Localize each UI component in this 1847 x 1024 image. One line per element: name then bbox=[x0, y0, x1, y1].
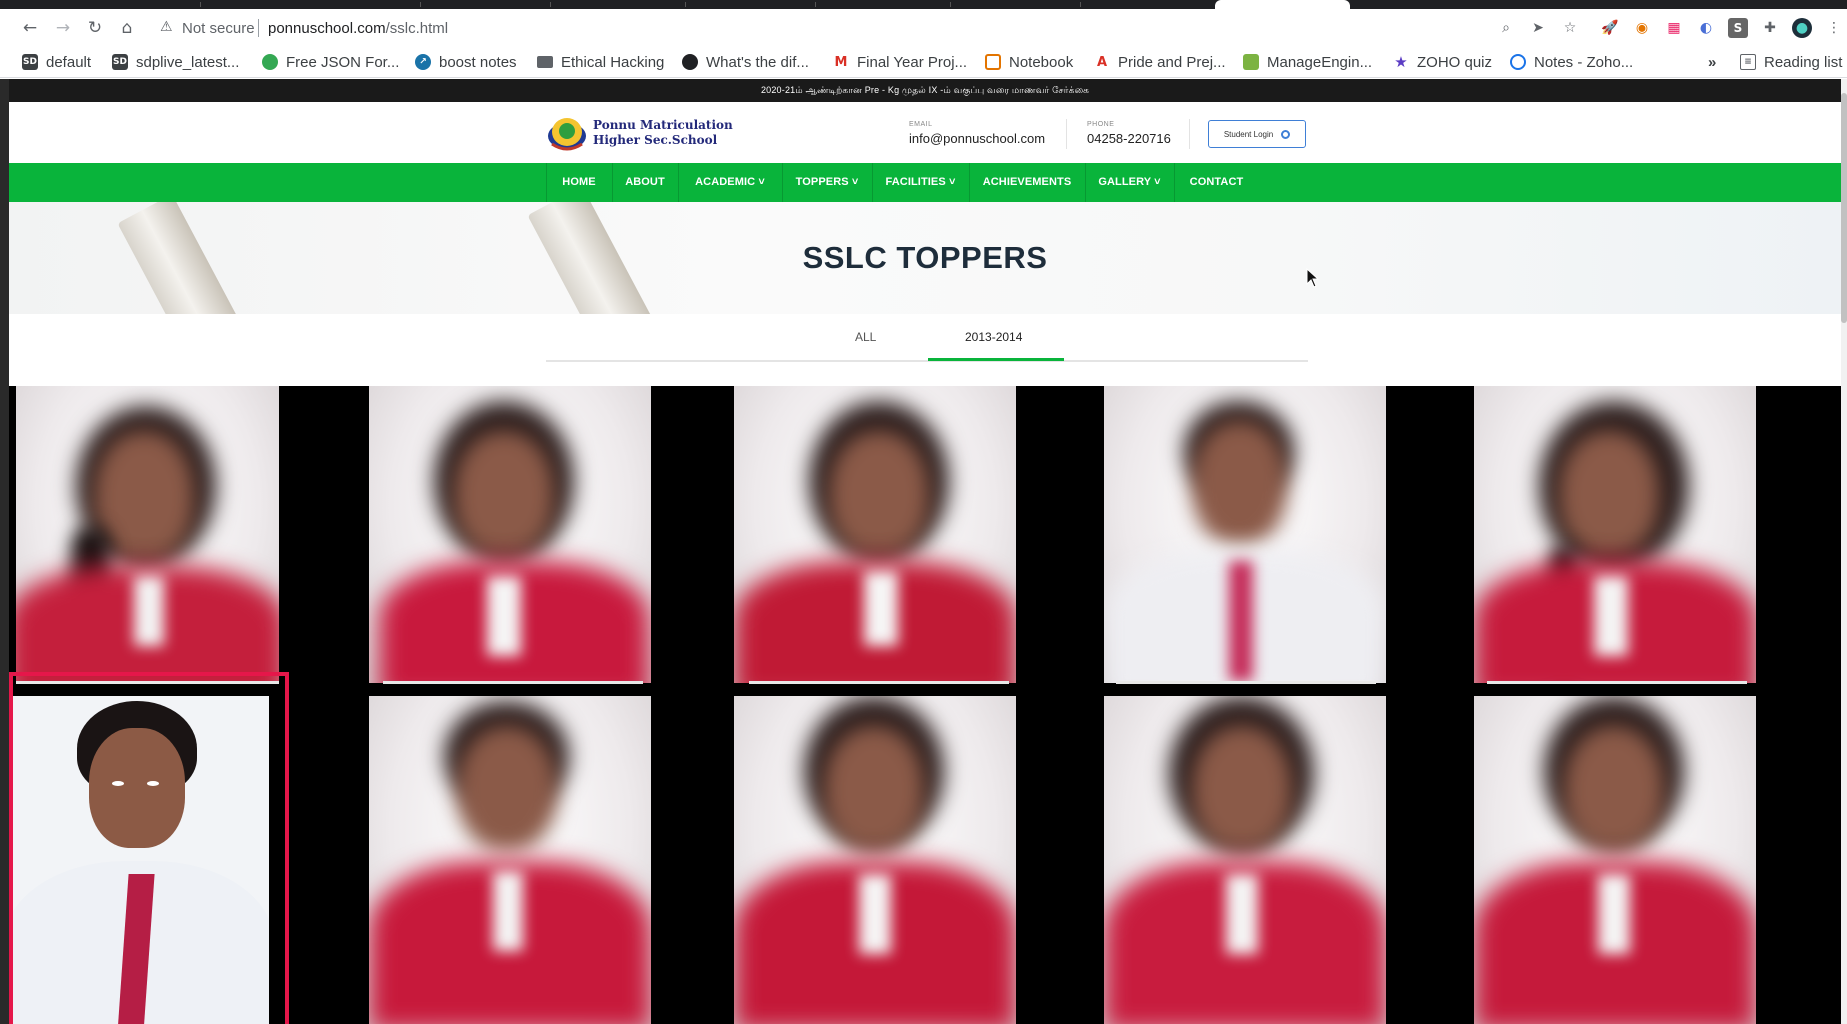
privacy-extension-icon[interactable]: ◐ bbox=[1696, 18, 1716, 38]
topper-photo[interactable] bbox=[1104, 696, 1386, 1024]
bookmark-zoho-quiz[interactable]: ★ ZOHO quiz bbox=[1393, 51, 1492, 73]
topper-photo-highlighted[interactable] bbox=[9, 696, 269, 1024]
page-scrollbar[interactable] bbox=[1841, 79, 1847, 1024]
gmail-icon: M bbox=[833, 54, 849, 70]
topper-photo[interactable] bbox=[1104, 386, 1386, 683]
topper-photo[interactable] bbox=[16, 386, 279, 683]
nav-home[interactable]: HOME bbox=[546, 163, 612, 202]
topper-photo[interactable] bbox=[1474, 386, 1756, 683]
bookmark-notes-zoho[interactable]: Notes - Zoho... bbox=[1510, 51, 1633, 73]
boost-icon: ↗ bbox=[415, 54, 431, 70]
json-icon bbox=[262, 54, 278, 70]
filter-2013-2014[interactable]: 2013-2014 bbox=[965, 330, 1022, 344]
year-filter-tabs: ALL 2013-2014 bbox=[546, 314, 1308, 362]
bookmark-default[interactable]: SD default bbox=[22, 51, 91, 73]
address-bar[interactable]: ⚠ Not secure ponnuschool.com/sslc.html bbox=[150, 13, 1510, 43]
rocket-extension-icon[interactable]: 🚀 bbox=[1600, 18, 1620, 38]
active-browser-tab[interactable] bbox=[1215, 0, 1350, 9]
toppers-gallery bbox=[9, 386, 1841, 1024]
site-header: Ponnu Matriculation Higher Sec.School EM… bbox=[9, 102, 1841, 163]
email-block: EMAIL info@ponnuschool.com bbox=[909, 121, 1045, 146]
bookmark-manageengine[interactable]: ManageEngin... bbox=[1243, 51, 1372, 73]
student-login-button[interactable]: Student Login bbox=[1208, 120, 1306, 148]
manageengine-icon bbox=[1243, 54, 1259, 70]
folder-icon bbox=[537, 56, 553, 68]
warning-icon[interactable]: ⚠ bbox=[160, 19, 173, 35]
topper-photo[interactable] bbox=[369, 386, 651, 683]
phone-label: PHONE bbox=[1087, 121, 1115, 128]
bookmark-sdplive[interactable]: SD sdplive_latest... bbox=[112, 51, 239, 73]
menu-icon[interactable]: ⋮ bbox=[1824, 18, 1844, 38]
notes-icon bbox=[1510, 54, 1526, 70]
sd-icon: SD bbox=[22, 54, 38, 70]
back-icon[interactable]: ← bbox=[19, 17, 41, 39]
login-arrow-icon bbox=[1281, 129, 1291, 139]
mouse-cursor-icon bbox=[1306, 268, 1320, 288]
browser-toolbar: ← → ↻ ⌂ ⚠ Not secure ponnuschool.com/ssl… bbox=[0, 9, 1847, 46]
page-title: SSLC TOPPERS bbox=[802, 240, 1048, 275]
reading-list-icon: ≡ bbox=[1740, 54, 1756, 70]
bookmark-free-json[interactable]: Free JSON For... bbox=[262, 51, 399, 73]
bookmarks-overflow-button[interactable]: » bbox=[1708, 51, 1716, 73]
nav-gallery[interactable]: GALLERY ˅ bbox=[1085, 163, 1174, 202]
profile-avatar-icon[interactable]: ● bbox=[1792, 18, 1812, 38]
school-logo-icon[interactable] bbox=[546, 114, 588, 152]
sd-icon: SD bbox=[112, 54, 128, 70]
puzzle-icon[interactable]: ✚ bbox=[1760, 18, 1780, 38]
email-label: EMAIL bbox=[909, 121, 933, 128]
nav-achievements[interactable]: ACHIEVEMENTS bbox=[969, 163, 1085, 202]
colorful-extension-icon[interactable]: ▦ bbox=[1664, 18, 1684, 38]
url-text[interactable]: ponnuschool.com/sslc.html bbox=[268, 20, 448, 37]
topper-photo[interactable] bbox=[734, 386, 1016, 683]
nav-toppers[interactable]: TOPPERS ˅ bbox=[782, 163, 872, 202]
home-icon[interactable]: ⌂ bbox=[116, 17, 138, 39]
scrollbar-thumb[interactable] bbox=[1841, 93, 1847, 323]
announcement-bar: 2020-21ம் ஆண்டிற்கான Pre - Kg முதல் IX -… bbox=[9, 79, 1841, 102]
forward-icon[interactable]: → bbox=[52, 17, 74, 39]
page-banner: SSLC TOPPERS bbox=[9, 202, 1841, 314]
topper-photo[interactable] bbox=[1474, 696, 1756, 1024]
reload-icon[interactable]: ↻ bbox=[84, 17, 106, 39]
s-extension-icon[interactable]: S bbox=[1728, 18, 1748, 38]
topper-photo[interactable] bbox=[369, 696, 651, 1024]
main-navigation: HOME ABOUT ACADEMIC ˅ TOPPERS ˅ FACILITI… bbox=[9, 163, 1841, 202]
book-icon: A bbox=[1094, 54, 1110, 70]
bookmark-notebook[interactable]: Notebook bbox=[985, 51, 1073, 73]
page-viewport: 2020-21ம் ஆண்டிற்கான Pre - Kg முதல் IX -… bbox=[9, 79, 1847, 1024]
filter-all[interactable]: ALL bbox=[855, 330, 876, 344]
extension-icon[interactable]: ◉ bbox=[1632, 18, 1652, 38]
bookmark-whats-the-dif[interactable]: What's the dif... bbox=[682, 51, 809, 73]
star-icon: ★ bbox=[1393, 53, 1409, 71]
left-window-edge bbox=[0, 79, 9, 1024]
bookmark-ethical-hacking[interactable]: Ethical Hacking bbox=[537, 51, 664, 73]
nav-academic[interactable]: ACADEMIC ˅ bbox=[678, 163, 782, 202]
phone-block: PHONE 04258-220716 bbox=[1087, 121, 1171, 146]
bookmark-pride-and-prej[interactable]: A Pride and Prej... bbox=[1094, 51, 1226, 73]
reading-list-button[interactable]: ≡ Reading list bbox=[1740, 51, 1842, 73]
phone-value[interactable]: 04258-220716 bbox=[1087, 131, 1171, 146]
active-filter-indicator bbox=[928, 358, 1064, 361]
bookmarks-bar: SD default SD sdplive_latest... Free JSON … bbox=[0, 46, 1847, 78]
bookmark-boost-notes[interactable]: ↗ boost notes bbox=[415, 51, 517, 73]
bookmark-star-icon[interactable]: ☆ bbox=[1560, 18, 1580, 38]
nav-about[interactable]: ABOUT bbox=[612, 163, 678, 202]
send-icon[interactable]: ➤ bbox=[1528, 18, 1548, 38]
topper-photo[interactable] bbox=[734, 696, 1016, 1024]
nav-contact[interactable]: CONTACT bbox=[1174, 163, 1259, 202]
school-name[interactable]: Ponnu Matriculation Higher Sec.School bbox=[593, 118, 733, 148]
zoom-icon[interactable]: ⌕ bbox=[1496, 18, 1516, 38]
bookmark-final-year[interactable]: M Final Year Proj... bbox=[833, 51, 967, 73]
notebook-icon bbox=[985, 54, 1001, 70]
nav-facilities[interactable]: FACILITIES ˅ bbox=[872, 163, 969, 202]
site-icon bbox=[682, 54, 698, 70]
security-label[interactable]: Not secure bbox=[182, 20, 255, 37]
browser-tab-strip bbox=[0, 0, 1847, 9]
email-value[interactable]: info@ponnuschool.com bbox=[909, 131, 1045, 146]
